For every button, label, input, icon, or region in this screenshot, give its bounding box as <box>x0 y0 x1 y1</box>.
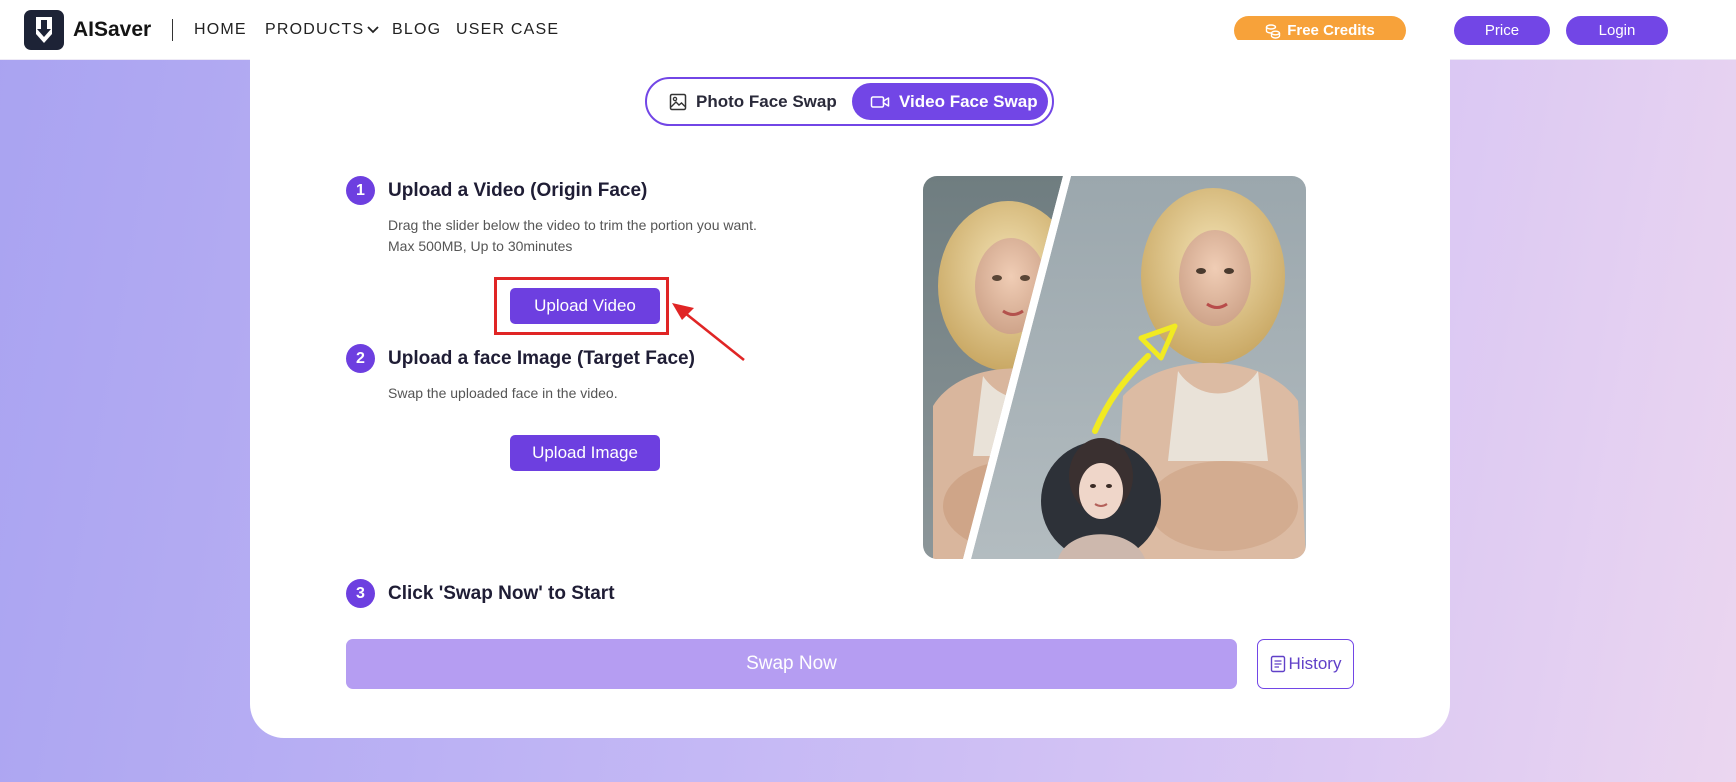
header-divider <box>172 19 173 41</box>
nav-blog[interactable]: BLOG <box>392 20 441 40</box>
document-icon <box>1270 655 1285 673</box>
step-3-number: 3 <box>346 579 375 608</box>
step-1-desc-line1: Drag the slider below the video to trim … <box>388 217 757 233</box>
upload-image-button[interactable]: Upload Image <box>510 435 660 471</box>
price-button[interactable]: Price <box>1454 16 1550 45</box>
tab-video-face-swap[interactable]: Video Face Swap <box>852 83 1048 120</box>
nav-products-label: PRODUCTS <box>265 21 365 38</box>
nav-user-case[interactable]: USER CASE <box>456 20 559 40</box>
step-2-number: 2 <box>346 344 375 373</box>
coins-icon <box>1266 23 1281 39</box>
image-icon <box>669 93 687 110</box>
step-1-title: Upload a Video (Origin Face) <box>388 180 648 201</box>
logo[interactable] <box>24 10 64 50</box>
tab-video-label: Video Face Swap <box>899 91 1038 111</box>
step-2-desc: Swap the uploaded face in the video. <box>388 385 618 401</box>
face-swap-preview-image <box>923 176 1306 559</box>
step-1-number: 1 <box>346 176 375 205</box>
step-2-title: Upload a face Image (Target Face) <box>388 348 695 369</box>
chevron-down-icon <box>367 26 380 34</box>
swap-now-button[interactable]: Swap Now <box>346 639 1237 689</box>
swap-mode-tabs: Photo Face Swap Video Face Swap <box>645 77 1054 126</box>
history-label: History <box>1288 654 1342 673</box>
tab-photo-label: Photo Face Swap <box>696 91 837 111</box>
history-button[interactable]: History <box>1257 639 1354 689</box>
nav-home[interactable]: HOME <box>194 20 247 40</box>
brand-name[interactable]: AISaver <box>73 16 151 44</box>
upload-video-button[interactable]: Upload Video <box>510 288 660 324</box>
step-1-desc-line2: Max 500MB, Up to 30minutes <box>388 238 573 254</box>
nav-products[interactable]: PRODUCTS <box>265 20 380 40</box>
video-camera-icon <box>870 95 890 108</box>
free-credits-label: Free Credits <box>1287 22 1375 39</box>
login-button[interactable]: Login <box>1566 16 1668 45</box>
download-shield-icon <box>36 17 52 43</box>
step-3-title: Click 'Swap Now' to Start <box>388 583 615 604</box>
tab-photo-face-swap[interactable]: Photo Face Swap <box>655 83 851 120</box>
